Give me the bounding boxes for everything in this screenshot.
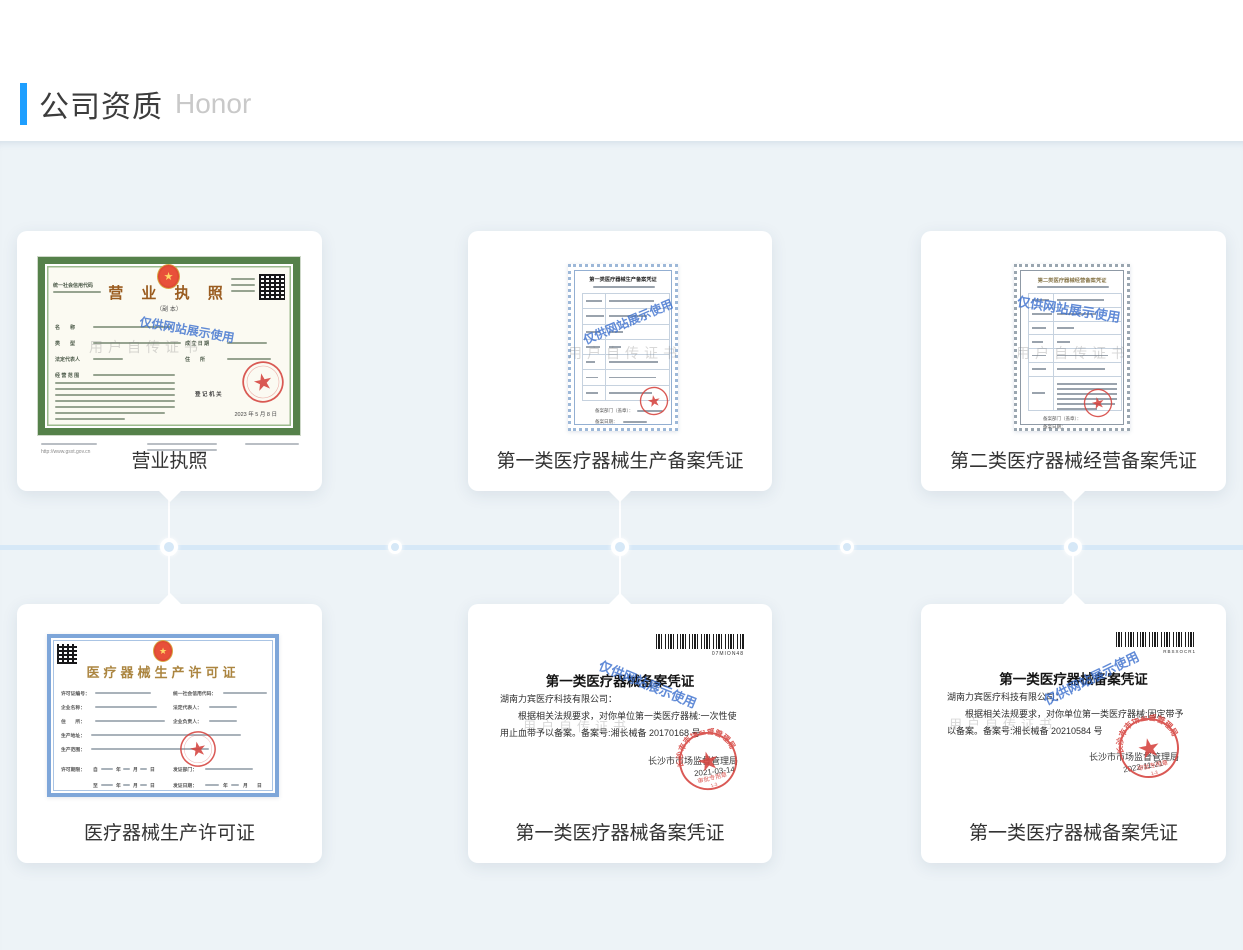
watermark-gray: 用户自传证书 (523, 716, 631, 735)
qr-code-icon (259, 274, 285, 300)
timeline-node (840, 540, 854, 554)
certificate-card-prod-record[interactable]: 第一类医疗器械生产备案凭证 备案部门（盖章）： 备案日期： (468, 231, 772, 491)
certificate-card-prod-license[interactable]: ★ 医疗器械生产许可证 许可证编号： 统一社会信用代码： 企业名称： 法定代表人… (17, 604, 322, 863)
card-pointer (158, 593, 182, 605)
timeline-node (388, 540, 402, 554)
card-pointer (608, 490, 632, 502)
timeline-node (611, 538, 629, 556)
barcode-icon (1116, 632, 1196, 647)
barcode-text: RBSXOCR1 (1163, 649, 1196, 654)
certificate-card-record-2[interactable]: RBSXOCR1 第一类医疗器械备案凭证 湖南力宾医疗科技有限公司： 根据相关法… (921, 604, 1226, 863)
barcode-text: 07MION48 (712, 651, 744, 657)
cert-title: 第一类医疗器械生产备案凭证 (575, 276, 671, 283)
cert-title: 医疗器械生产许可证 (51, 662, 275, 681)
official-seal-icon (237, 356, 289, 408)
barcode-icon (656, 634, 744, 649)
watermark-gray: 用户自传证书 (949, 714, 1057, 733)
watermark-gray: 用户自传证书 (1016, 343, 1130, 363)
official-seal-icon: 长沙市市场监督管理局 审批专用章 1-3 (1111, 710, 1187, 786)
watermark-gray: 用户自传证书 (89, 337, 203, 357)
official-seal-icon: 长沙市市场监督管理局 审批专用章 1-3 (670, 723, 745, 798)
cert-title: 第二类医疗器械经营备案凭证 (1021, 276, 1123, 284)
qr-code-icon (57, 644, 77, 664)
certificate-card-record-1[interactable]: 07MION48 第一类医疗器械备案凭证 湖南力宾医疗科技有限公司： 根据相关法… (468, 604, 772, 863)
card-pointer (158, 490, 182, 502)
card-label: 第二类医疗器械经营备案凭证 (921, 446, 1226, 473)
cert-title: 营 业 执 照 (45, 282, 293, 303)
card-label: 第一类医疗器械备案凭证 (468, 818, 772, 845)
accent-bar (20, 83, 27, 125)
card-label: 营业执照 (17, 446, 322, 473)
timeline-node (160, 538, 178, 556)
honor-section: ★ 统一社会信用代码 营 业 执 照 （副 本） 名 称 类 型 法定代表人 经… (0, 141, 1243, 950)
timeline-node (1064, 538, 1082, 556)
card-pointer (608, 593, 632, 605)
official-seal-icon (175, 726, 220, 771)
card-label: 第一类医疗器械生产备案凭证 (468, 446, 772, 473)
prod-license-image: ★ 医疗器械生产许可证 许可证编号： 统一社会信用代码： 企业名称： 法定代表人… (47, 634, 279, 797)
section-header: 公司资质 Honor (20, 82, 251, 126)
page-title: 公司资质 (39, 82, 163, 126)
card-pointer (1062, 490, 1086, 502)
national-emblem-icon: ★ (153, 640, 173, 662)
official-seal-icon (637, 384, 672, 419)
card-label: 第一类医疗器械备案凭证 (921, 818, 1226, 845)
page-title-en: Honor (175, 88, 251, 120)
certificate-card-business-license[interactable]: ★ 统一社会信用代码 营 业 执 照 （副 本） 名 称 类 型 法定代表人 经… (17, 231, 322, 491)
card-pointer (1062, 593, 1086, 605)
watermark-gray: 用户自传证书 (568, 343, 682, 363)
certificate-card-operate-record[interactable]: 第二类医疗器械经营备案凭证 备案部 (921, 231, 1226, 491)
card-label: 医疗器械生产许可证 (17, 818, 322, 845)
